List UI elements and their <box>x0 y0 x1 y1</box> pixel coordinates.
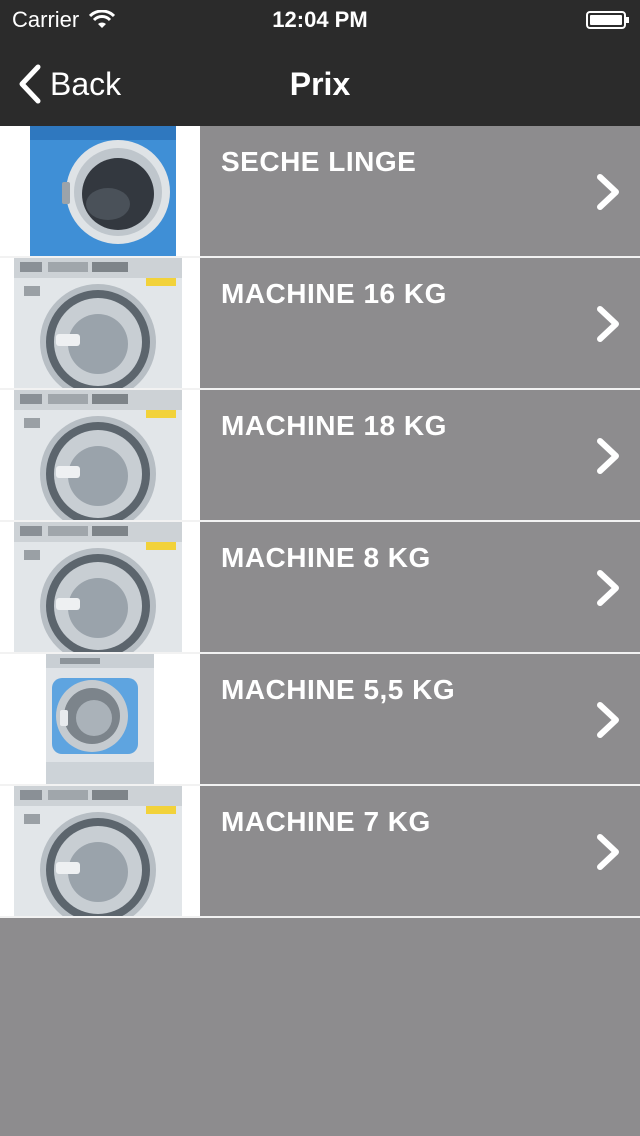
status-time: 12:04 PM <box>272 7 368 32</box>
chevron-right-icon <box>597 570 619 606</box>
list-item-label: MACHINE 8 KG <box>221 542 431 573</box>
washer-image <box>0 522 200 652</box>
price-list: SECHE LINGE MACHINE 16 KG MACHINE 18 KG … <box>0 126 640 918</box>
chevron-left-icon <box>19 64 41 104</box>
washer-image <box>0 786 200 916</box>
chevron-right-icon <box>597 174 619 210</box>
dryer-image <box>0 126 200 256</box>
list-item-label: MACHINE 7 KG <box>221 806 431 837</box>
chevron-right-icon <box>597 306 619 342</box>
list-item-machine-18-kg[interactable]: MACHINE 18 KG <box>0 390 640 522</box>
battery-icon <box>586 11 629 29</box>
chevron-right-icon <box>597 438 619 474</box>
washer-image <box>0 390 200 520</box>
list-item-machine-7-kg[interactable]: MACHINE 7 KG <box>0 786 640 918</box>
navigation-bar: Back Prix <box>0 40 640 126</box>
list-item-label: MACHINE 5,5 KG <box>221 674 456 705</box>
list-item-label: SECHE LINGE <box>221 146 417 177</box>
chevron-right-icon <box>597 702 619 738</box>
list-item-machine-16-kg[interactable]: MACHINE 16 KG <box>0 258 640 390</box>
back-label: Back <box>50 65 122 102</box>
list-item-label: MACHINE 18 KG <box>221 410 447 441</box>
blue-washer-image <box>0 654 200 784</box>
list-item-label: MACHINE 16 KG <box>221 278 447 309</box>
chevron-right-icon <box>597 834 619 870</box>
list-item-seche-linge[interactable]: SECHE LINGE <box>0 126 640 258</box>
list-item-machine-5-5-kg[interactable]: MACHINE 5,5 KG <box>0 654 640 786</box>
washer-image <box>0 258 200 388</box>
list-item-machine-8-kg[interactable]: MACHINE 8 KG <box>0 522 640 654</box>
back-button[interactable]: Back <box>16 62 121 106</box>
status-bar: Carrier 12:04 PM <box>0 0 640 40</box>
